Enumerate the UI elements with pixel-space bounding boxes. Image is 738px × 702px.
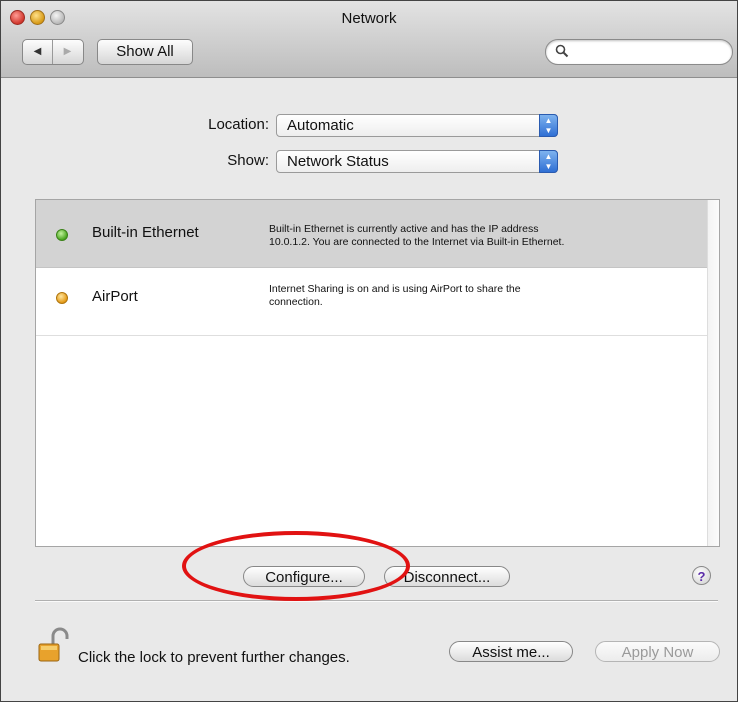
magnifier-icon xyxy=(555,44,569,58)
popup-arrows-icon: ▲ ▼ xyxy=(539,114,558,137)
service-description-line: Internet Sharing is on and is using AirP… xyxy=(269,283,521,295)
network-services-list[interactable]: Built-in Ethernet Built-in Ethernet is c… xyxy=(35,199,720,547)
location-popup[interactable]: Automatic ▲ ▼ xyxy=(276,114,558,137)
open-padlock-icon[interactable] xyxy=(37,627,69,663)
assist-me-button[interactable]: Assist me... xyxy=(449,641,573,662)
show-label: Show: xyxy=(227,152,269,169)
popup-arrows-icon: ▲ ▼ xyxy=(539,150,558,173)
service-row-built-in-ethernet[interactable]: Built-in Ethernet Built-in Ethernet is c… xyxy=(36,200,719,268)
network-preferences-window: Network ◀ ▶ Show All Location: Automatic… xyxy=(0,0,738,702)
show-value: Network Status xyxy=(287,153,389,170)
window-title: Network xyxy=(341,10,397,27)
title-bar: Network ◀ ▶ Show All xyxy=(1,1,737,78)
list-scrollbar[interactable] xyxy=(707,200,719,546)
status-green-icon xyxy=(56,229,68,241)
location-value: Automatic xyxy=(287,117,354,134)
footer-divider xyxy=(35,600,718,601)
service-description-line: Built-in Ethernet is currently active an… xyxy=(269,223,539,235)
service-description-line: connection. xyxy=(269,296,323,308)
search-field[interactable] xyxy=(545,39,733,65)
forward-button[interactable]: ▶ xyxy=(53,40,82,64)
show-popup[interactable]: Network Status ▲ ▼ xyxy=(276,150,558,173)
configure-button[interactable]: Configure... xyxy=(243,566,365,587)
search-input[interactable] xyxy=(574,43,728,62)
disconnect-button[interactable]: Disconnect... xyxy=(384,566,510,587)
apply-now-button[interactable]: Apply Now xyxy=(595,641,720,662)
status-amber-icon xyxy=(56,292,68,304)
service-name: AirPort xyxy=(92,288,138,305)
lock-message: Click the lock to prevent further change… xyxy=(78,649,350,666)
back-button[interactable]: ◀ xyxy=(23,40,53,64)
location-label: Location: xyxy=(208,116,269,133)
service-name: Built-in Ethernet xyxy=(92,224,199,241)
service-description: Internet Sharing is on and is using AirP… xyxy=(269,283,709,309)
service-description-line: 10.0.1.2. You are connected to the Inter… xyxy=(269,236,565,248)
back-forward-control: ◀ ▶ xyxy=(22,39,84,65)
help-button[interactable]: ? xyxy=(692,566,711,585)
service-description: Built-in Ethernet is currently active an… xyxy=(269,223,709,249)
preferences-pane: Location: Automatic ▲ ▼ Show: Network Sta… xyxy=(1,78,737,701)
service-row-airport[interactable]: AirPort Internet Sharing is on and is us… xyxy=(36,268,719,336)
show-all-button[interactable]: Show All xyxy=(97,39,193,65)
